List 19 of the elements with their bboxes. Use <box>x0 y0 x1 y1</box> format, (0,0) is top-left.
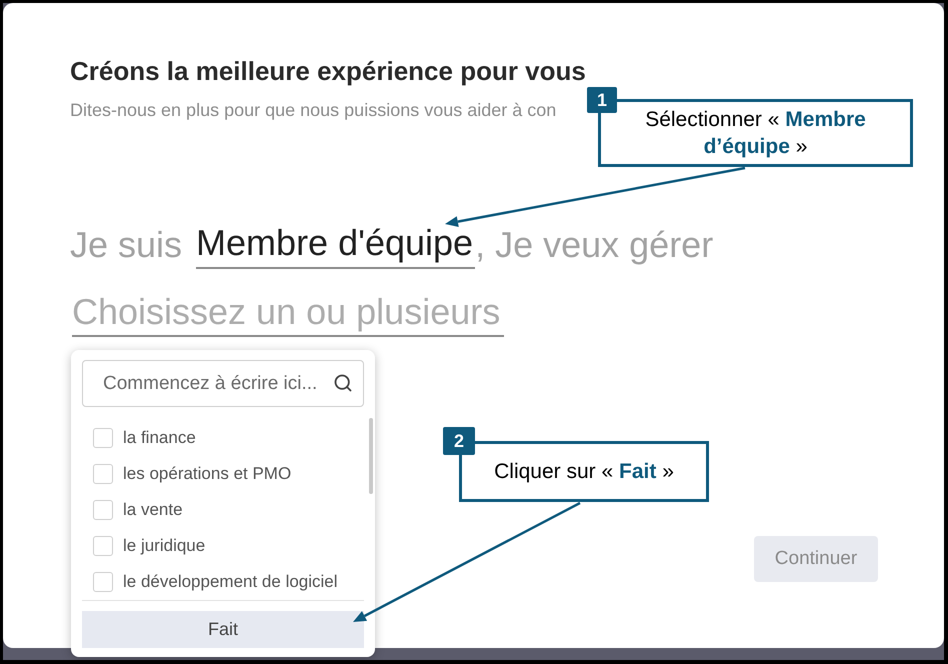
checkbox[interactable] <box>93 428 113 448</box>
done-button[interactable]: Fait <box>82 611 364 648</box>
checkbox[interactable] <box>93 536 113 556</box>
step-badge: 1 <box>587 87 617 113</box>
option-label[interactable]: les opérations et PMO <box>123 461 292 487</box>
checkbox[interactable] <box>93 464 113 484</box>
scrollbar[interactable] <box>369 418 373 494</box>
option-label[interactable]: la vente <box>123 497 183 523</box>
search-field[interactable]: Commencez à écrire ici... <box>82 360 364 407</box>
sentence-text: Je suis <box>70 223 182 267</box>
option-label[interactable]: le juridique <box>123 533 206 559</box>
checkbox[interactable] <box>93 500 113 520</box>
sentence-text: , Je veux gérer <box>475 223 714 267</box>
search-icon <box>333 373 353 393</box>
checkbox[interactable] <box>93 572 113 592</box>
option-label[interactable]: la finance <box>123 425 196 451</box>
option-label[interactable]: le développement de logiciel <box>123 569 338 595</box>
dialog-subtitle: Dites-nous en plus pour que nous puissions vous aider à con <box>70 99 556 121</box>
dialog-title: Créons la meilleure expérience pour vous <box>70 55 586 87</box>
